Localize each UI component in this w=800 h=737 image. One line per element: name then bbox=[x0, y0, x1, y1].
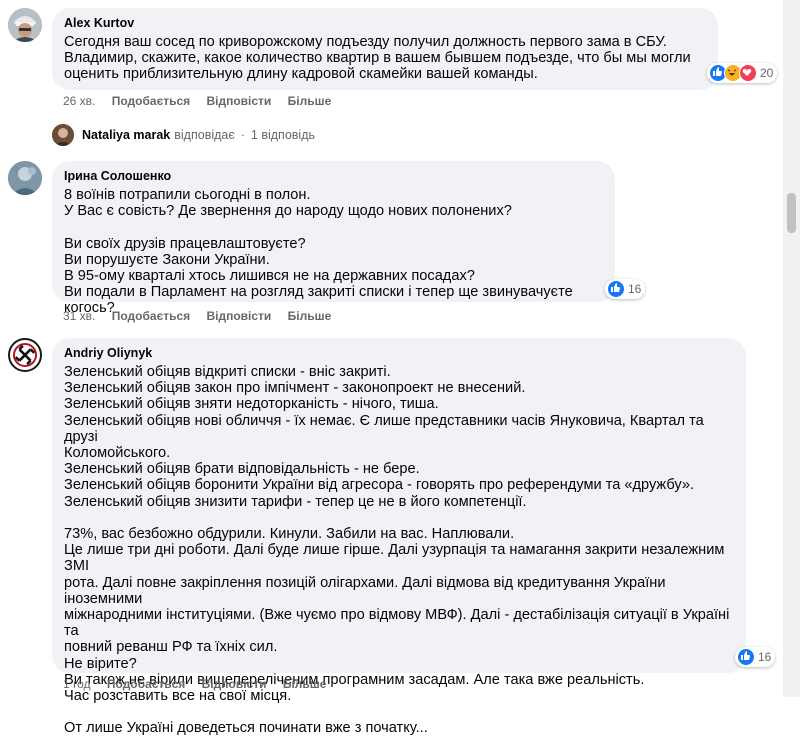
avatar-logo-icon bbox=[11, 341, 39, 369]
more-button[interactable]: Більше bbox=[288, 94, 332, 108]
comment-bubble: Andriy Oliynyk Зеленський обіцяв відкрит… bbox=[52, 338, 746, 736]
comment-actions: 26 хв. Подобається Відповісти Більше bbox=[63, 94, 344, 108]
comment-time[interactable]: 26 хв. bbox=[63, 94, 95, 108]
like-button[interactable]: Подобається bbox=[112, 94, 190, 108]
like-icon bbox=[737, 648, 755, 666]
more-button[interactable]: Більше bbox=[288, 309, 332, 323]
comment-text: Сегодня ваш сосед по криворожскому подъе… bbox=[64, 34, 691, 83]
reaction-count: 16 bbox=[628, 282, 642, 296]
reply-separator: · bbox=[240, 128, 245, 142]
comment-text: 8 воїнів потрапили сьогодні в полон. У В… bbox=[64, 187, 573, 317]
avatar[interactable] bbox=[8, 338, 42, 372]
reaction-count: 16 bbox=[758, 650, 772, 664]
avatar-photo-icon bbox=[52, 124, 74, 146]
like-button[interactable]: Подобається bbox=[112, 309, 190, 323]
like-icon bbox=[607, 280, 625, 298]
reaction-count: 20 bbox=[760, 66, 774, 80]
reply-summary[interactable]: Nataliya marak відповідає · 1 відповідь bbox=[52, 124, 315, 146]
avatar-photo-icon bbox=[8, 161, 42, 195]
comment-time[interactable]: 1 год bbox=[63, 677, 91, 691]
reply-author[interactable]: Nataliya marak bbox=[82, 128, 170, 142]
avatar-photo-icon bbox=[8, 8, 42, 42]
comment-actions: 31 хв. Подобається Відповісти Більше bbox=[63, 309, 344, 323]
reply-verb: відповідає bbox=[174, 128, 235, 142]
comment-time[interactable]: 31 хв. bbox=[63, 309, 95, 323]
comment-author[interactable]: Ірина Солошенко bbox=[64, 168, 603, 184]
comment-author[interactable]: Alex Kurtov bbox=[64, 15, 706, 31]
reply-count[interactable]: 1 відповідь bbox=[251, 128, 315, 142]
more-button[interactable]: Більше bbox=[283, 677, 327, 691]
scrollbar-thumb[interactable] bbox=[787, 193, 796, 233]
avatar[interactable] bbox=[8, 8, 42, 42]
avatar[interactable] bbox=[8, 161, 42, 195]
reaction-summary[interactable]: 16 bbox=[605, 279, 646, 299]
avatar bbox=[52, 124, 74, 146]
reply-button[interactable]: Відповісти bbox=[202, 677, 267, 691]
reply-button[interactable]: Відповісти bbox=[206, 94, 271, 108]
reply-button[interactable]: Відповісти bbox=[206, 309, 271, 323]
reaction-summary[interactable]: 16 bbox=[735, 647, 776, 667]
reaction-summary[interactable]: 20 bbox=[707, 63, 778, 83]
scrollbar[interactable] bbox=[783, 0, 800, 697]
love-icon bbox=[739, 64, 757, 82]
like-button[interactable]: Подобається bbox=[107, 677, 185, 691]
comment-bubble: Alex Kurtov Сегодня ваш сосед по криворо… bbox=[52, 8, 718, 90]
comment-author[interactable]: Andriy Oliynyk bbox=[64, 345, 734, 361]
comment-bubble: Ірина Солошенко 8 воїнів потрапили сього… bbox=[52, 161, 615, 316]
comment-actions: 1 год Подобається Відповісти Більше bbox=[63, 677, 339, 691]
